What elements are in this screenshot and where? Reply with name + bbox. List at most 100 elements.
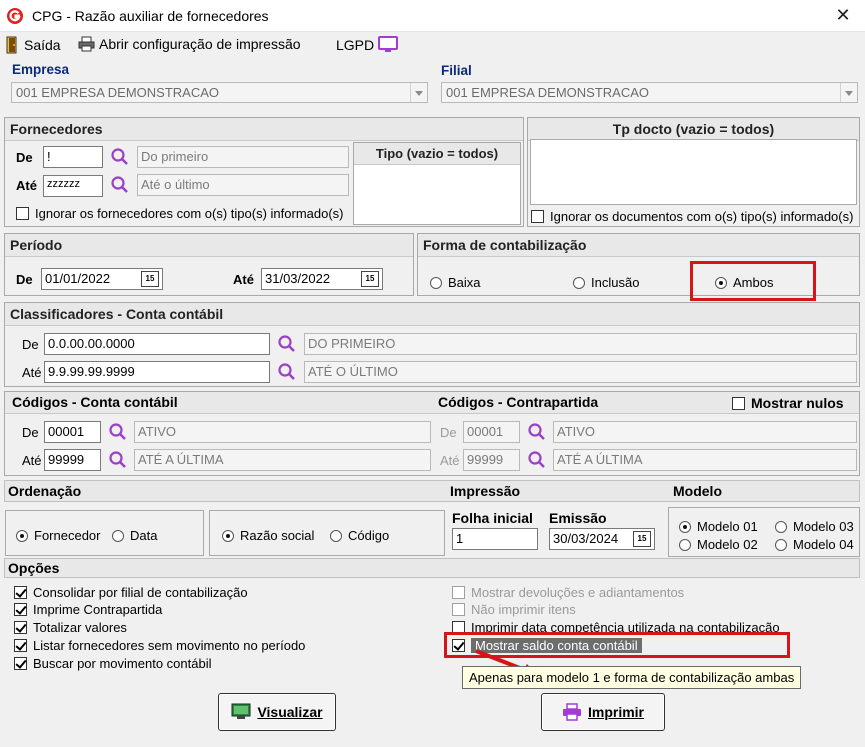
search-icon[interactable]: [527, 450, 547, 470]
option-totalizar[interactable]: Totalizar valores: [14, 620, 127, 635]
option-label: Listar fornecedores sem movimento no per…: [33, 638, 306, 653]
ignore-documentos-checkbox[interactable]: Ignorar os documentos com o(s) tipo(s) i…: [531, 209, 853, 224]
checkbox-box[interactable]: [452, 586, 465, 599]
radio-circle[interactable]: [573, 276, 585, 289]
checkbox-box[interactable]: [16, 207, 29, 220]
visualizar-button[interactable]: Visualizar: [218, 693, 336, 731]
conta-ate-input[interactable]: 99999: [44, 449, 101, 471]
classif-ate-desc: ATÉ O ÚLTIMO: [304, 361, 857, 383]
tpdocto-title: Tp docto (vazio = todos): [528, 118, 859, 141]
radio-razao-social[interactable]: Razão social: [222, 528, 314, 543]
radio-circle[interactable]: [775, 538, 787, 551]
periodo-ate-input[interactable]: 31/03/2022 15: [261, 268, 383, 290]
conta-ate-label: Até: [22, 453, 42, 468]
checkbox-box[interactable]: [531, 210, 544, 223]
radio-data[interactable]: Data: [112, 528, 157, 543]
tooltip: Apenas para modelo 1 e forma de contabil…: [462, 666, 802, 689]
radio-circle[interactable]: [16, 529, 28, 542]
checkbox-box[interactable]: [14, 603, 27, 616]
checkbox-box[interactable]: [14, 657, 27, 670]
print-config-menu-item[interactable]: Abrir configuração de impressão: [78, 36, 301, 52]
search-icon[interactable]: [108, 422, 128, 442]
filial-value: 001 EMPRESA DEMONSTRACAO: [446, 85, 649, 100]
emissao-input[interactable]: 30/03/2024 15: [549, 528, 655, 550]
contra-de-desc: ATIVO: [553, 421, 857, 443]
fornecedor-de-label: De: [16, 150, 33, 165]
radio-circle[interactable]: [679, 520, 691, 533]
search-icon[interactable]: [108, 450, 128, 470]
radio-circle[interactable]: [775, 520, 787, 533]
calendar-icon[interactable]: 15: [361, 271, 379, 287]
checkbox-box[interactable]: [14, 639, 27, 652]
checkbox-box[interactable]: [14, 586, 27, 599]
opcoes-title: Opções: [8, 560, 60, 576]
search-icon[interactable]: [110, 175, 130, 195]
title-bar: CPG - Razão auxiliar de fornecedores ✕: [0, 0, 865, 32]
checkbox-box[interactable]: [452, 639, 465, 652]
calendar-icon[interactable]: 15: [141, 271, 159, 287]
fornecedor-de-input[interactable]: !: [43, 146, 103, 168]
folha-inicial-label: Folha inicial: [452, 510, 533, 526]
search-icon[interactable]: [110, 147, 130, 167]
folha-inicial-input[interactable]: 1: [452, 528, 538, 550]
radio-circle[interactable]: [112, 529, 124, 542]
empresa-select[interactable]: 001 EMPRESA DEMONSTRACAO: [11, 82, 428, 103]
checkbox-box[interactable]: [452, 603, 465, 616]
section-header-strip: [4, 480, 860, 502]
contra-de-input[interactable]: 00001: [463, 421, 520, 443]
ignore-fornecedores-checkbox[interactable]: Ignorar os fornecedores com o(s) tipo(s)…: [16, 206, 344, 221]
checkbox-box[interactable]: [14, 621, 27, 634]
option-listar-sem-movimento[interactable]: Listar fornecedores sem movimento no per…: [14, 638, 305, 653]
option-mostrar-devolucoes[interactable]: Mostrar devoluções e adiantamentos: [452, 585, 684, 600]
monitor-icon: [231, 703, 251, 719]
checkbox-box[interactable]: [732, 396, 745, 410]
radio-fornecedor[interactable]: Fornecedor: [16, 528, 100, 543]
imprimir-button[interactable]: Imprimir: [541, 693, 665, 731]
radio-modelo-04[interactable]: Modelo 04: [775, 537, 854, 552]
option-imprime-contrapartida[interactable]: Imprime Contrapartida: [14, 602, 162, 617]
option-buscar-movimento[interactable]: Buscar por movimento contábil: [14, 656, 211, 671]
radio-ambos[interactable]: Ambos: [715, 275, 773, 290]
option-nao-imprimir-itens[interactable]: Não imprimir itens: [452, 602, 576, 617]
exit-door-icon: [6, 36, 17, 54]
contra-de-label: De: [440, 425, 457, 440]
mostrar-nulos-checkbox[interactable]: Mostrar nulos: [732, 395, 844, 411]
radio-circle[interactable]: [430, 276, 442, 289]
radio-modelo-02[interactable]: Modelo 02: [679, 537, 758, 552]
option-consolidar[interactable]: Consolidar por filial de contabilização: [14, 585, 248, 600]
empresa-label: Empresa: [12, 62, 70, 77]
radio-circle[interactable]: [330, 529, 342, 542]
conta-de-input[interactable]: 00001: [44, 421, 101, 443]
option-label: Não imprimir itens: [471, 602, 576, 617]
radio-modelo-03[interactable]: Modelo 03: [775, 519, 854, 534]
fornecedor-ate-input[interactable]: zzzzzz: [43, 175, 103, 197]
contra-ate-input[interactable]: 99999: [463, 449, 520, 471]
radio-circle[interactable]: [679, 538, 691, 551]
search-icon[interactable]: [277, 334, 297, 354]
option-label: Buscar por movimento contábil: [33, 656, 212, 671]
radio-baixa[interactable]: Baixa: [430, 275, 481, 290]
radio-inclusao[interactable]: Inclusão: [573, 275, 639, 290]
search-icon[interactable]: [527, 422, 547, 442]
radio-codigo[interactable]: Código: [330, 528, 389, 543]
classif-de-input[interactable]: 0.0.00.00.0000: [44, 333, 270, 355]
tipo-fornecedor-list[interactable]: Tipo (vazio = todos): [353, 142, 521, 225]
radio-inclusao-label: Inclusão: [591, 275, 640, 290]
search-icon[interactable]: [277, 362, 297, 382]
lgpd-menu-item[interactable]: LGPD: [336, 36, 399, 53]
radio-modelo-01-label: Modelo 01: [697, 519, 758, 534]
filial-select[interactable]: 001 EMPRESA DEMONSTRACAO: [441, 82, 858, 103]
radio-circle[interactable]: [715, 276, 727, 289]
exit-menu-item[interactable]: Saída: [6, 36, 61, 54]
option-label: Totalizar valores: [33, 620, 127, 635]
close-icon[interactable]: ✕: [832, 4, 854, 26]
chevron-down-icon[interactable]: [410, 83, 427, 102]
calendar-icon[interactable]: 15: [633, 531, 651, 547]
radio-modelo-01[interactable]: Modelo 01: [679, 519, 758, 534]
periodo-de-input[interactable]: 01/01/2022 15: [41, 268, 163, 290]
classif-ate-input[interactable]: 9.9.99.99.9999: [44, 361, 270, 383]
chevron-down-icon[interactable]: [840, 83, 857, 102]
impressao-title: Impressão: [450, 483, 521, 499]
radio-circle[interactable]: [222, 529, 234, 542]
tpdocto-list[interactable]: [530, 139, 857, 205]
